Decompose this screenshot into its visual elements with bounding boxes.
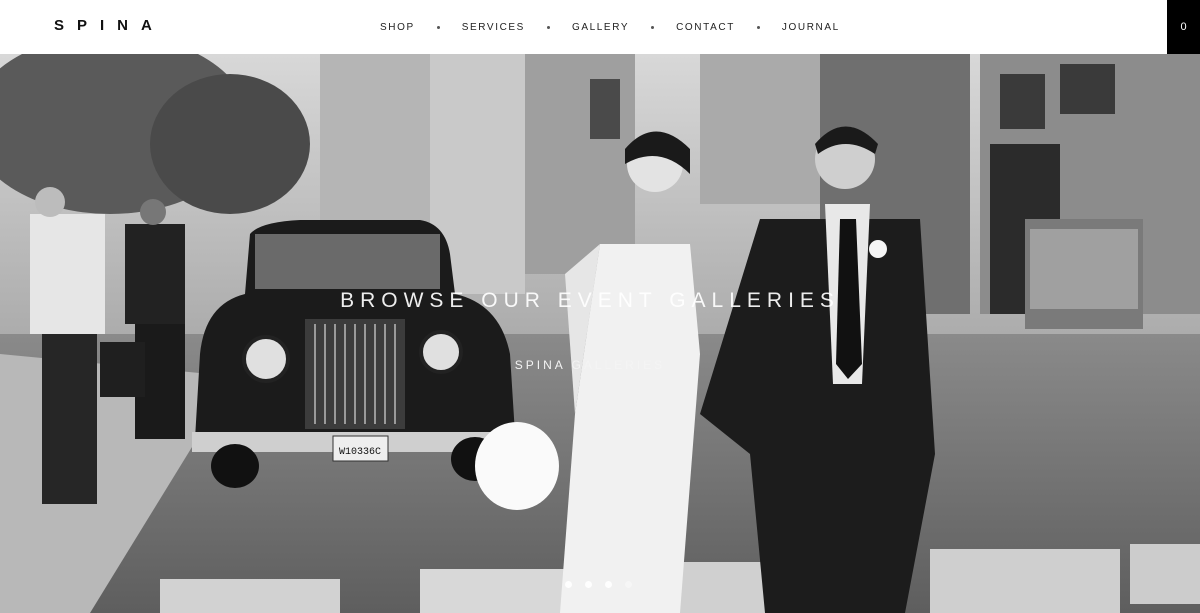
site-logo[interactable]: SPINA	[54, 17, 165, 34]
hero-title: BROWSE OUR EVENT GALLERIES	[340, 289, 840, 312]
main-nav: SHOP SERVICES GALLERY CONTACT JOURNAL	[380, 20, 840, 34]
slide-dot-1[interactable]	[565, 581, 572, 588]
nav-journal[interactable]: JOURNAL	[782, 22, 840, 33]
nav-separator	[546, 25, 550, 29]
slide-indicators	[565, 581, 645, 588]
hero-photo: W10336C	[0, 54, 1200, 613]
slide-dot-4[interactable]	[625, 581, 632, 588]
nav-services[interactable]: SERVICES	[462, 22, 525, 33]
hero-subtitle-link[interactable]: SPINA GALLERIES	[440, 358, 740, 372]
slide-dot-2[interactable]	[585, 581, 592, 588]
slide-dot-3[interactable]	[605, 581, 612, 588]
cart-button[interactable]: 0	[1167, 0, 1200, 54]
site-header: SPINA SHOP SERVICES GALLERY CONTACT JOUR…	[0, 0, 1200, 54]
nav-separator	[651, 25, 655, 29]
nav-gallery[interactable]: GALLERY	[572, 22, 629, 33]
nav-contact[interactable]: CONTACT	[676, 22, 735, 33]
nav-separator	[436, 25, 440, 29]
nav-separator	[756, 25, 760, 29]
hero-slideshow: W10336C BROWSE OUR EVENT GALLERIES SPINA…	[0, 54, 1200, 613]
nav-shop[interactable]: SHOP	[380, 22, 415, 33]
license-plate-text: W10336C	[339, 447, 381, 458]
